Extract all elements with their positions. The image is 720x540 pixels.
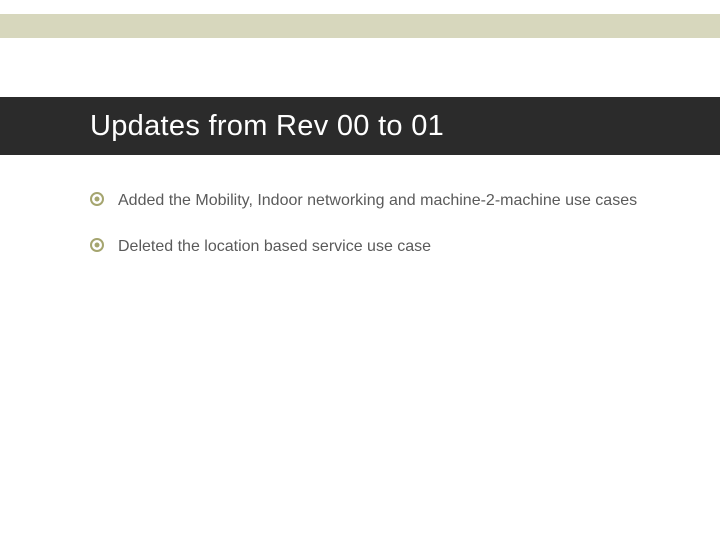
list-item: Added the Mobility, Indoor networking an…	[90, 190, 680, 212]
top-accent-bar	[0, 14, 720, 38]
bullet-icon	[90, 238, 104, 252]
bullet-icon	[90, 192, 104, 206]
list-item: Deleted the location based service use c…	[90, 236, 680, 258]
slide-title: Updates from Rev 00 to 01	[90, 110, 444, 143]
bullet-text: Added the Mobility, Indoor networking an…	[118, 190, 637, 212]
slide-content: Added the Mobility, Indoor networking an…	[90, 190, 680, 281]
title-bar: Updates from Rev 00 to 01	[0, 97, 720, 155]
bullet-text: Deleted the location based service use c…	[118, 236, 431, 258]
